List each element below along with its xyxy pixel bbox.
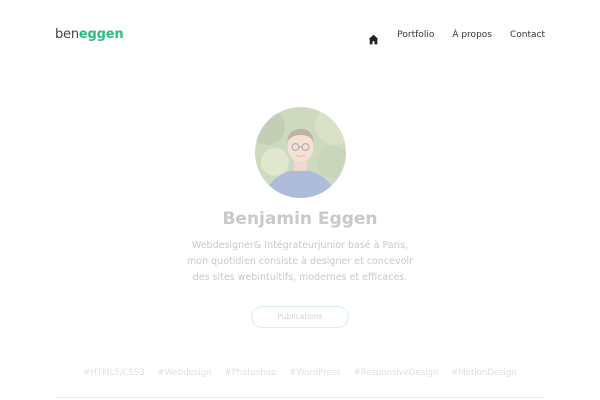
hero-section: Benjamin Eggen Webdesigner& Intégrateurj… (0, 0, 600, 400)
tag-html-css: #HTML5/CSS3 (83, 368, 145, 378)
tag-responsive-design: #ResponsiveDesign (353, 368, 439, 378)
hero-name: Benjamin Eggen (222, 209, 378, 229)
bio-line: mon quotidien consiste à designer et con… (187, 256, 413, 267)
tag-webdesign: #Webdesign (157, 368, 212, 378)
tag-motion-design: #MotionDesign (451, 368, 517, 378)
divider (55, 397, 545, 398)
tag-wordpress: #WordPress (289, 368, 341, 378)
publications-button[interactable]: Publications (251, 306, 349, 328)
skill-tags: #HTML5/CSS3 #Webdesign #Photoshop #WordP… (0, 367, 600, 379)
tag-photoshop: #Photoshop (224, 368, 277, 378)
bio-line: Webdesigner& Intégrateurjunior basé à Pa… (191, 240, 409, 251)
bio-line: des sites webintuitifs, modernes et effi… (192, 272, 408, 283)
profile-photo (255, 107, 346, 198)
hero-bio: Webdesigner& Intégrateurjunior basé à Pa… (0, 238, 600, 286)
